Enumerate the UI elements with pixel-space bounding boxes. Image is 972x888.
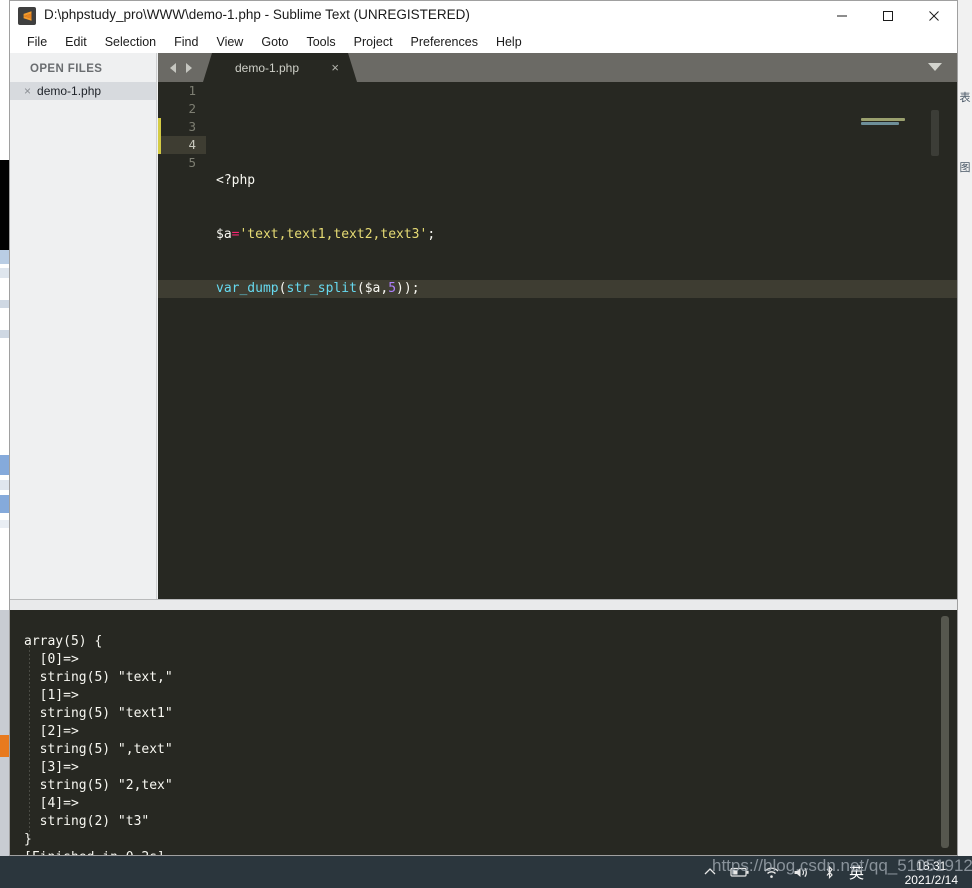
- menu-help[interactable]: Help: [487, 31, 531, 53]
- watermark-text: https://blog.csdn.net/qq_51051912: [712, 856, 972, 875]
- window-title: D:\phpstudy_pro\WWW\demo-1.php - Sublime…: [44, 7, 470, 22]
- line-number: 5: [188, 155, 196, 170]
- line-number-active: 4: [158, 136, 206, 154]
- minimap[interactable]: [857, 82, 939, 599]
- close-icon[interactable]: ×: [24, 85, 31, 97]
- modified-line-marker: [158, 118, 161, 154]
- menu-file[interactable]: File: [18, 31, 56, 53]
- sublime-text-logo-icon: [18, 7, 36, 25]
- menu-selection[interactable]: Selection: [96, 31, 165, 53]
- console-scrollbar-thumb[interactable]: [941, 616, 949, 848]
- tab-demo-1-php[interactable]: demo-1.php ×: [203, 53, 357, 82]
- code-line-4: var_dump(str_split($a,5));: [158, 280, 957, 298]
- chevron-down-icon[interactable]: [927, 62, 943, 72]
- background-strip: [0, 250, 9, 264]
- minimap-line: [861, 122, 899, 125]
- line-number: 2: [188, 101, 196, 116]
- line-number: 3: [188, 119, 196, 134]
- background-strip: [0, 330, 9, 338]
- title-bar: D:\phpstudy_pro\WWW\demo-1.php - Sublime…: [10, 1, 957, 31]
- menu-view[interactable]: View: [207, 31, 252, 53]
- menu-goto[interactable]: Goto: [252, 31, 297, 53]
- code-lines: <?php $a='text,text1,text2,text3'; var_d…: [158, 82, 957, 388]
- menu-tools[interactable]: Tools: [297, 31, 344, 53]
- menu-preferences[interactable]: Preferences: [402, 31, 487, 53]
- screen: 表 图 D:\phpstudy_pro\WWW\demo-1.php - Sub…: [0, 0, 972, 888]
- line-number-gutter: 1 2 3 4 5: [158, 82, 206, 599]
- background-strip: [0, 268, 9, 278]
- background-strip: [0, 610, 9, 856]
- code-line-3: $a='text,text1,text2,text3';: [216, 227, 436, 242]
- menu-bar: File Edit Selection Find View Goto Tools…: [10, 31, 957, 53]
- background-label-2: 图: [959, 161, 971, 174]
- line-number: 1: [188, 83, 196, 98]
- tab-bar: demo-1.php ×: [158, 53, 957, 82]
- background-strip: [0, 300, 9, 308]
- code-editor[interactable]: 1 2 3 4 5 <?php $a='text,text1,text2,tex…: [158, 82, 957, 599]
- window-controls: [819, 1, 957, 31]
- console-output: array(5) { [0]=> string(5) "text," [1]=>…: [24, 634, 173, 855]
- menu-find[interactable]: Find: [165, 31, 207, 53]
- background-window-right: [957, 0, 972, 856]
- background-strip: [0, 495, 9, 513]
- minimap-viewport[interactable]: [931, 110, 939, 156]
- background-strip: [0, 520, 9, 528]
- background-label-1: 表: [959, 91, 971, 104]
- code-line-2: <?php: [216, 173, 256, 188]
- sidebar-section-title: OPEN FILES: [30, 63, 103, 75]
- maximize-button[interactable]: [865, 1, 911, 31]
- background-taskbar-icon: [0, 735, 9, 757]
- workspace: OPEN FILES × demo-1.php demo-1.php × 1 2…: [10, 53, 957, 599]
- sidebar: OPEN FILES × demo-1.php: [10, 53, 157, 599]
- tab-label: demo-1.php: [234, 60, 300, 75]
- background-strip: [0, 480, 9, 490]
- tab-close-icon[interactable]: ×: [331, 61, 339, 74]
- editor-pane: demo-1.php × 1 2 3 4 5 <?php $a='text,te…: [158, 53, 957, 599]
- minimap-line: [861, 118, 905, 121]
- chevron-left-icon[interactable]: [168, 62, 179, 74]
- minimize-button[interactable]: [819, 1, 865, 31]
- tab-nav-arrows: [168, 53, 194, 82]
- background-strip: [0, 455, 9, 475]
- sidebar-item-demo-1-php[interactable]: × demo-1.php: [10, 82, 156, 100]
- chevron-right-icon[interactable]: [183, 62, 194, 74]
- close-button[interactable]: [911, 1, 957, 31]
- menu-project[interactable]: Project: [345, 31, 402, 53]
- menu-edit[interactable]: Edit: [56, 31, 96, 53]
- build-output-console[interactable]: array(5) { [0]=> string(5) "text," [1]=>…: [10, 610, 957, 855]
- sidebar-item-label: demo-1.php: [37, 84, 102, 98]
- pane-divider[interactable]: [10, 599, 957, 610]
- sublime-text-window: D:\phpstudy_pro\WWW\demo-1.php - Sublime…: [9, 0, 958, 856]
- background-strip: [0, 160, 9, 250]
